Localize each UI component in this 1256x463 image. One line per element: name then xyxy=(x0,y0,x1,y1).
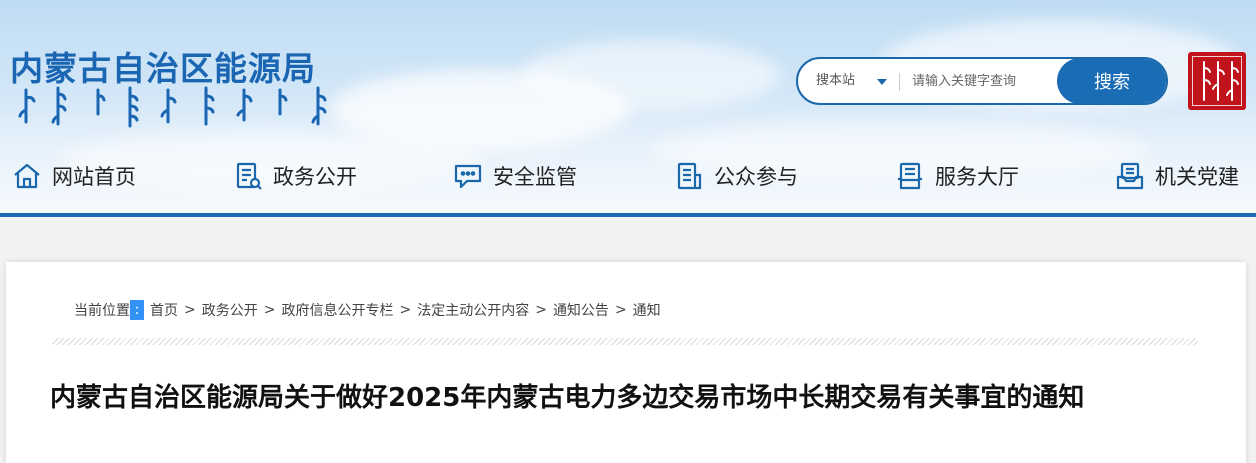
nav-item-party-building[interactable]: 机关党建 xyxy=(1115,150,1239,202)
nav-item-public-participation[interactable]: 公众参与 xyxy=(674,150,798,202)
hatched-divider xyxy=(52,338,1198,345)
nav-item-safety[interactable]: 安全监管 xyxy=(453,150,577,202)
breadcrumb-separator: > xyxy=(184,302,196,318)
breadcrumb-item-announcements[interactable]: 通知公告 xyxy=(553,300,609,320)
nav-item-service-hall[interactable]: 服务大厅 xyxy=(895,150,1019,202)
emblem-seal xyxy=(1188,52,1246,110)
breadcrumb-separator: > xyxy=(399,302,412,318)
breadcrumb-item-home[interactable]: 首页 xyxy=(150,300,178,320)
nav-item-label: 安全监管 xyxy=(493,165,577,189)
breadcrumb-item-notices[interactable]: 通知 xyxy=(633,300,661,320)
content-card: 当前位置 : 首页 > 政务公开 > 政府信息公开专栏 > 法定主动公开内容 >… xyxy=(6,262,1246,463)
seal-glyph xyxy=(1203,61,1239,101)
chat-icon xyxy=(453,161,483,191)
nav-item-label: 政务公开 xyxy=(273,165,357,189)
nav-item-label: 网站首页 xyxy=(52,165,136,189)
nav-divider xyxy=(0,213,1256,217)
search-scope-select[interactable]: 搜本站 xyxy=(816,59,855,103)
chevron-down-icon[interactable] xyxy=(877,79,887,85)
site-header: 内蒙古自治区能源局 搜本站 搜索 xyxy=(0,0,1256,215)
site-title-logo[interactable]: 内蒙古自治区能源局 xyxy=(10,42,316,90)
cloud-decoration xyxy=(520,40,780,110)
article-title: 内蒙古自治区能源局关于做好2025年内蒙古电力多边交易市场中长期交易有关事宜的通… xyxy=(50,383,1085,413)
document-icon xyxy=(233,161,263,191)
service-icon xyxy=(895,161,925,191)
inbox-icon xyxy=(1115,161,1145,191)
nav-item-government-affairs[interactable]: 政务公开 xyxy=(233,150,357,202)
search-box: 搜本站 搜索 xyxy=(796,57,1168,105)
breadcrumb-separator: > xyxy=(263,302,276,318)
search-button[interactable]: 搜索 xyxy=(1057,59,1166,103)
search-input[interactable] xyxy=(912,65,1052,97)
nav-item-home[interactable]: 网站首页 xyxy=(12,150,136,202)
breadcrumb-item-info-disclosure[interactable]: 政府信息公开专栏 xyxy=(281,300,393,320)
clipboard-icon xyxy=(674,161,704,191)
breadcrumb-item-government-affairs[interactable]: 政务公开 xyxy=(202,300,258,320)
main-nav: 网站首页 政务公开 安全监管 公众参与 服务大厅 机关党建 xyxy=(0,150,1256,202)
nav-item-label: 机关党建 xyxy=(1155,165,1239,189)
home-icon xyxy=(12,161,42,191)
nav-item-label: 公众参与 xyxy=(714,165,798,189)
breadcrumb-separator: > xyxy=(614,302,627,318)
breadcrumb-colon: : xyxy=(130,300,144,320)
breadcrumb-prefix: 当前位置 xyxy=(74,303,130,319)
breadcrumb: 当前位置 : 首页 > 政务公开 > 政府信息公开专栏 > 法定主动公开内容 >… xyxy=(74,300,661,320)
breadcrumb-separator: > xyxy=(535,302,547,318)
search-divider xyxy=(899,73,900,91)
mongolian-script-logo xyxy=(18,86,327,128)
breadcrumb-item-statutory-content[interactable]: 法定主动公开内容 xyxy=(417,300,529,320)
nav-item-label: 服务大厅 xyxy=(935,165,1019,189)
